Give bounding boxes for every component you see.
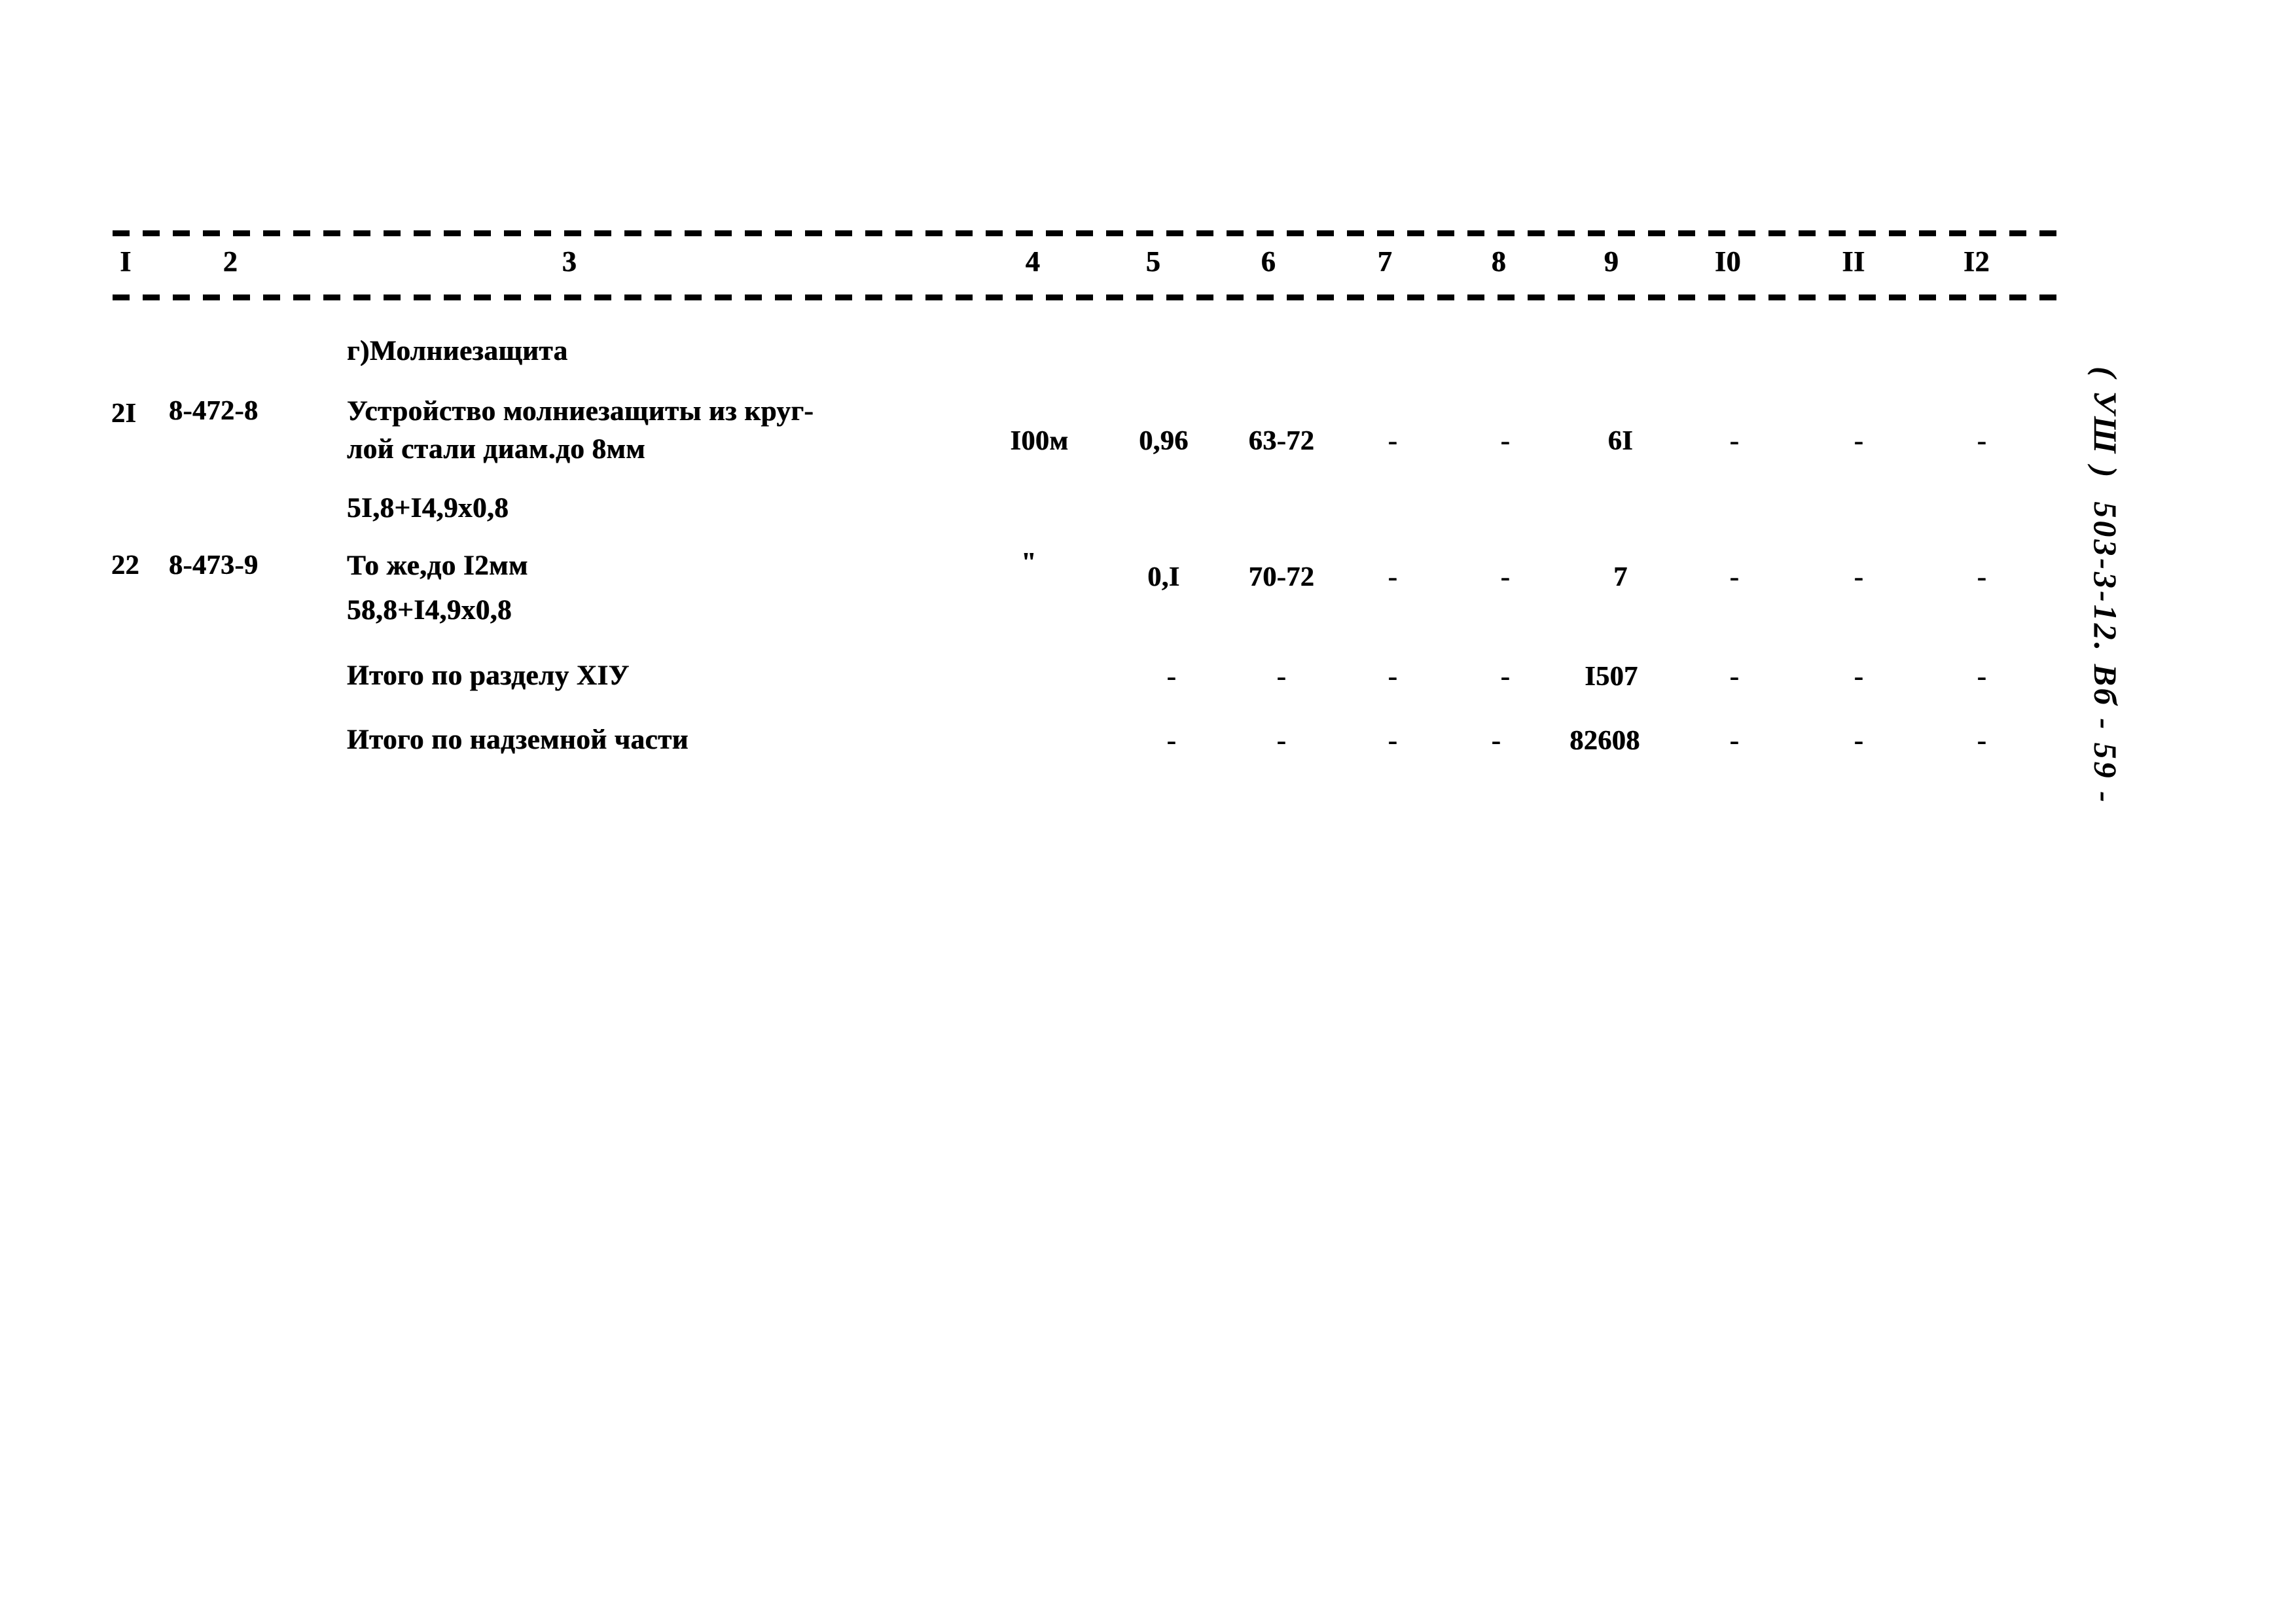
table-row-col6: 63-72 bbox=[1248, 426, 1315, 456]
table-row-col4: " bbox=[1021, 548, 1037, 578]
table-row-col11: - bbox=[1854, 562, 1864, 592]
margin-annotation: ( УШ ) 503-3-12. Вб - 59 - bbox=[2087, 366, 2124, 805]
table-total-col11: - bbox=[1854, 726, 1864, 756]
table-total-col7: - bbox=[1388, 726, 1398, 756]
table-row-col7: - bbox=[1388, 426, 1398, 456]
table-total-col8: - bbox=[1491, 726, 1501, 756]
table-row-code: 8-473-9 bbox=[169, 550, 259, 580]
table-total-label: Итого по надземной части bbox=[347, 724, 689, 755]
column-header-10: I0 bbox=[1714, 245, 1742, 277]
column-header-8: 8 bbox=[1491, 245, 1507, 277]
table-total-col11: - bbox=[1854, 662, 1864, 692]
table-row-description-line2: 58,8+I4,9х0,8 bbox=[347, 595, 512, 626]
column-header-6: 6 bbox=[1261, 245, 1276, 277]
table-total-col8: - bbox=[1500, 662, 1511, 692]
table-top-rule bbox=[113, 230, 2070, 236]
table-total-col9: 82608 bbox=[1570, 726, 1640, 756]
table-total-col12: - bbox=[1977, 726, 1987, 756]
table-row-description-line1: То же,до I2мм bbox=[347, 550, 528, 581]
table-row-index: 22 bbox=[111, 550, 139, 580]
table-total-label: Итого по разделу ХIУ bbox=[347, 660, 630, 691]
table-row-col12: - bbox=[1977, 562, 1987, 592]
table-row-col7: - bbox=[1388, 562, 1398, 592]
column-header-3: 3 bbox=[562, 245, 577, 277]
table-row-description-line3: 5I,8+I4,9х0,8 bbox=[347, 493, 509, 524]
column-header-5: 5 bbox=[1145, 245, 1161, 277]
table-row-col8: - bbox=[1500, 562, 1511, 592]
table-header-bottom-rule bbox=[113, 294, 2070, 300]
table-total-col5: - bbox=[1166, 726, 1177, 756]
column-header-2: 2 bbox=[223, 245, 238, 277]
table-row-col5: 0,96 bbox=[1139, 426, 1189, 456]
table-row-col8: - bbox=[1500, 426, 1511, 456]
table-total-col7: - bbox=[1388, 662, 1398, 692]
table-total-col6: - bbox=[1276, 662, 1287, 692]
column-header-9: 9 bbox=[1604, 245, 1619, 277]
table-row-col9: 6I bbox=[1607, 426, 1634, 456]
column-header-1: I bbox=[120, 245, 132, 277]
table-row-col5: 0,I bbox=[1147, 562, 1180, 592]
table-row-index: 2I bbox=[111, 399, 137, 429]
table-total-col10: - bbox=[1729, 662, 1740, 692]
table-row-col10: - bbox=[1729, 562, 1740, 592]
column-header-7: 7 bbox=[1377, 245, 1393, 277]
table-row-col9: 7 bbox=[1613, 562, 1628, 592]
scanned-page: I 2 3 4 5 6 7 8 9 I0 II I2 г)Молниезащит… bbox=[0, 0, 2296, 1623]
table-row-col6: 70-72 bbox=[1248, 562, 1315, 592]
table-row-col10: - bbox=[1729, 426, 1740, 456]
table-total-col12: - bbox=[1977, 662, 1987, 692]
table-row-col4: I00м bbox=[1010, 426, 1069, 456]
table-row-description-line2: лой стали диам.до 8мм bbox=[347, 434, 646, 465]
table-row-col11: - bbox=[1854, 426, 1864, 456]
table-row-description-line1: Устройство молниезащиты из круг- bbox=[347, 396, 814, 427]
column-header-4: 4 bbox=[1025, 245, 1041, 277]
table-total-col10: - bbox=[1729, 726, 1740, 756]
table-total-col9: I507 bbox=[1585, 662, 1638, 692]
table-row-code: 8-472-8 bbox=[169, 396, 259, 426]
table-total-col6: - bbox=[1276, 726, 1287, 756]
table-total-col5: - bbox=[1166, 662, 1177, 692]
table-row-col12: - bbox=[1977, 426, 1987, 456]
section-heading: г)Молниезащита bbox=[347, 336, 568, 366]
column-header-12: I2 bbox=[1963, 245, 1990, 277]
column-header-11: II bbox=[1842, 245, 1865, 277]
